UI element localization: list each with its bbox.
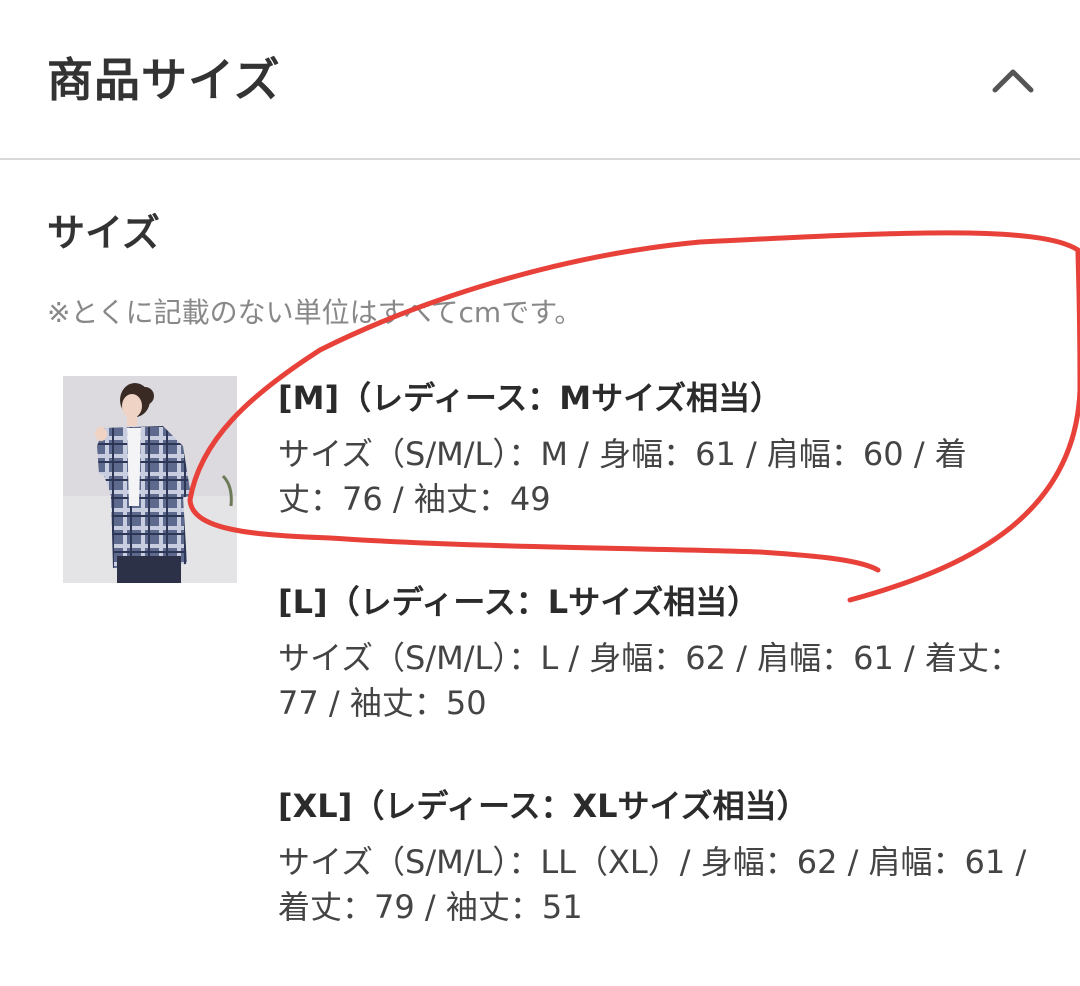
chevron-up-icon [992, 69, 1034, 93]
page-title: 商品サイズ [47, 53, 281, 107]
size-heading: [M]（レディース：Mサイズ相当） [278, 379, 783, 417]
size-item-m: [M]（レディース：Mサイズ相当） サイズ（S/M/L）：M / 身幅：61 /… [278, 376, 1028, 522]
size-detail: サイズ（S/M/L）：LL（XL）/ 身幅：62 / 肩幅：61 / 着丈：79… [278, 843, 1027, 926]
size-item-l: [L]（レディース：Lサイズ相当） サイズ（S/M/L）：L / 身幅：62 /… [278, 580, 1028, 726]
size-detail: サイズ（S/M/L）：M / 身幅：61 / 肩幅：60 / 着丈：76 / 袖… [278, 435, 967, 518]
section-title: サイズ [47, 211, 160, 255]
product-thumbnail [63, 376, 237, 583]
size-heading: [L]（レディース：Lサイズ相当） [278, 583, 760, 621]
unit-note: ※とくに記載のない単位はすべてcmです。 [47, 296, 583, 329]
size-heading: [XL]（レディース：XLサイズ相当） [278, 787, 809, 825]
accordion-header[interactable]: 商品サイズ [0, 0, 1080, 160]
collapse-button[interactable] [980, 50, 1046, 110]
size-detail: サイズ（S/M/L）：L / 身幅：62 / 肩幅：61 / 着丈：77 / 袖… [278, 639, 1021, 722]
size-item-xl: [XL]（レディース：XLサイズ相当） サイズ（S/M/L）：LL（XL）/ 身… [278, 784, 1028, 930]
